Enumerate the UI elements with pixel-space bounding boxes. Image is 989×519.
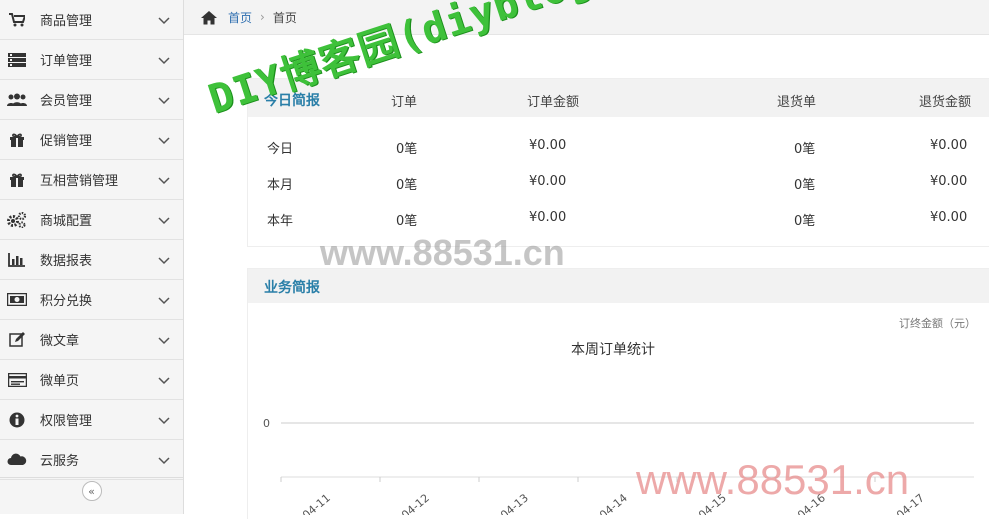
return-amount-value: ¥0.00: [930, 210, 968, 225]
gift-icon: [7, 132, 27, 148]
bar-chart-icon: [7, 252, 27, 268]
x-tick-label: -04-11: [297, 491, 333, 515]
chevron-down-icon: [157, 413, 171, 427]
sidebar-item-micro-page[interactable]: 微单页: [0, 360, 183, 400]
return-amount-value: ¥0.00: [930, 174, 968, 189]
sidebar-item-label: 会员管理: [40, 94, 93, 109]
sidebar-item-label: 积分兑换: [40, 294, 93, 309]
cart-icon: [7, 12, 27, 28]
x-tick-label: -04-14: [594, 491, 630, 515]
column-header-order-amount: 订单金额: [527, 95, 580, 110]
sidebar-item-label: 互相营销管理: [40, 174, 119, 189]
info-icon: [7, 412, 27, 428]
sidebar-item-mall-config[interactable]: 商城配置: [0, 200, 183, 240]
amount-value: ¥0.00: [529, 138, 567, 153]
sidebar-item-label: 微单页: [40, 374, 80, 389]
gears-icon: [7, 211, 27, 228]
gift-icon: [7, 172, 27, 188]
list-icon: [7, 52, 27, 68]
cloud-icon: [7, 452, 27, 468]
sidebar-item-label: 云服务: [40, 454, 80, 469]
sidebar-item-goods[interactable]: 商品管理: [0, 0, 183, 40]
sidebar-item-data-reports[interactable]: 数据报表: [0, 240, 183, 280]
sidebar-item-cloud-service[interactable]: 云服务: [0, 440, 183, 480]
sidebar-item-micro-article[interactable]: 微文章: [0, 320, 183, 360]
x-tick-label: -04-12: [396, 491, 432, 515]
business-report-title: 业务简报: [264, 280, 320, 296]
watermark-center: www.88531.cn: [320, 232, 565, 273]
chevron-down-icon: [157, 213, 171, 227]
chevron-down-icon: [157, 133, 171, 147]
chevron-down-icon: [157, 173, 171, 187]
sidebar-item-label: 商城配置: [40, 214, 93, 229]
chevron-down-icon: [157, 253, 171, 267]
return-amount-value: ¥0.00: [930, 138, 968, 153]
sidebar-item-members[interactable]: 会员管理: [0, 80, 183, 120]
orders-value: 0笔: [396, 214, 418, 229]
returns-value: 0笔: [794, 214, 816, 229]
sidebar-item-label: 权限管理: [40, 414, 93, 429]
users-icon: [7, 92, 27, 108]
breadcrumb-separator: ›: [260, 10, 265, 24]
home-icon[interactable]: [200, 10, 218, 25]
sidebar-item-label: 微文章: [40, 334, 80, 349]
sidebar-collapse-bar: «: [0, 477, 183, 504]
amount-value: ¥0.00: [529, 210, 567, 225]
sidebar-item-label: 促销管理: [40, 134, 93, 149]
today-report-header: 今日简报 订单 订单金额 退货单 退货金额: [248, 79, 989, 117]
sidebar-menu: 商品管理 订单管理 会员管理 促销管理 互相营销管理 商城配置 数据报表 积分兑…: [0, 0, 183, 480]
sidebar-item-label: 订单管理: [40, 54, 93, 69]
sidebar-item-label: 商品管理: [40, 14, 93, 29]
chevron-down-icon: [157, 373, 171, 387]
today-report-panel: 今日简报 订单 订单金额 退货单 退货金额 今日 0笔 ¥0.00 0笔 ¥0.…: [247, 78, 989, 247]
collapse-sidebar-button[interactable]: «: [81, 481, 102, 501]
sidebar-item-permissions[interactable]: 权限管理: [0, 400, 183, 440]
chevron-down-icon: [157, 293, 171, 307]
chevron-down-icon: [157, 333, 171, 347]
orders-value: 0笔: [396, 142, 418, 157]
returns-value: 0笔: [794, 178, 816, 193]
watermark-corner: www.88531.cn: [636, 456, 910, 503]
sidebar: 商品管理 订单管理 会员管理 促销管理 互相营销管理 商城配置 数据报表 积分兑…: [0, 0, 184, 514]
breadcrumb-current: 首页: [272, 10, 297, 25]
orders-value: 0笔: [396, 178, 418, 193]
chevron-down-icon: [157, 93, 171, 107]
sidebar-item-orders[interactable]: 订单管理: [0, 40, 183, 80]
money-icon: [7, 292, 27, 308]
chevron-down-icon: [157, 13, 171, 27]
column-header-orders: 订单: [391, 95, 418, 110]
business-report-header: 业务简报: [248, 269, 989, 303]
x-tick-label: -04-13: [495, 491, 531, 515]
y-tick-label: 0: [263, 417, 270, 430]
sidebar-item-promotions[interactable]: 促销管理: [0, 120, 183, 160]
row-label: 本年: [267, 214, 294, 229]
column-header-return-amount: 退货金额: [919, 95, 972, 110]
breadcrumb-home-link[interactable]: 首页: [228, 9, 252, 26]
chevron-down-icon: [157, 53, 171, 67]
edit-icon: [7, 332, 27, 348]
sidebar-item-mutual-marketing[interactable]: 互相营销管理: [0, 160, 183, 200]
sidebar-item-points-exchange[interactable]: 积分兑换: [0, 280, 183, 320]
chevron-down-icon: [157, 453, 171, 467]
column-header-returns: 退货单: [777, 95, 817, 110]
returns-value: 0笔: [794, 142, 816, 157]
row-label: 今日: [267, 142, 294, 157]
row-label: 本月: [267, 178, 294, 193]
sidebar-item-label: 数据报表: [40, 254, 93, 269]
amount-value: ¥0.00: [529, 174, 567, 189]
card-icon: [7, 372, 27, 388]
